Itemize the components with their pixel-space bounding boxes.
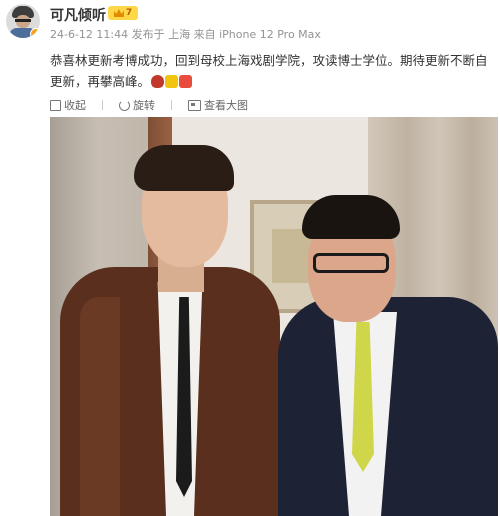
post-text: 恭喜林更新考博成功，回到母校上海戏剧学院，攻读博士学位。期待更新不断自更新，再攀… (50, 53, 488, 89)
collapse-icon (50, 99, 61, 111)
image-toolbar: 收起 旋转 查看大图 (50, 97, 264, 113)
rotate-icon (119, 99, 130, 111)
collapse-label: 收起 (64, 99, 86, 112)
post-meta: 24-6-12 11:44 发布于 上海 来自 iPhone 12 Pro Ma… (50, 28, 321, 41)
man2-hair (302, 195, 400, 239)
man1-hair (134, 145, 234, 191)
view-large-button[interactable]: 查看大图 (188, 97, 248, 113)
toolbar-divider (171, 100, 172, 110)
vip-badge[interactable]: 7 (108, 6, 138, 20)
jacket-sleeve-left (80, 297, 120, 516)
collapse-button[interactable]: 收起 (50, 97, 86, 113)
post-text-block: 恭喜林更新考博成功，回到母校上海戏剧学院，攻读博士学位。期待更新不断自更新，再攀… (50, 50, 494, 92)
rotate-button[interactable]: 旋转 (119, 97, 155, 113)
toolbar-divider (102, 100, 103, 110)
emoji-icon (151, 75, 165, 88)
post-header: 可凡倾听 7 24-6-12 11:44 发布于 上海 来自 iPhone 12… (0, 0, 500, 46)
emoji-icon (179, 75, 193, 88)
post-photo[interactable] (50, 117, 498, 516)
username[interactable]: 可凡倾听 (50, 5, 106, 25)
vip-crown-icon (113, 9, 124, 17)
view-large-label: 查看大图 (204, 99, 248, 112)
vip-level: 7 (125, 8, 133, 18)
avatar[interactable] (6, 4, 40, 38)
verified-badge-icon (30, 28, 40, 38)
view-large-icon (188, 99, 201, 111)
rotate-label: 旋转 (133, 99, 155, 112)
man2-glasses (313, 253, 389, 273)
emoji-icon (165, 75, 179, 88)
avatar-glasses (15, 19, 31, 22)
